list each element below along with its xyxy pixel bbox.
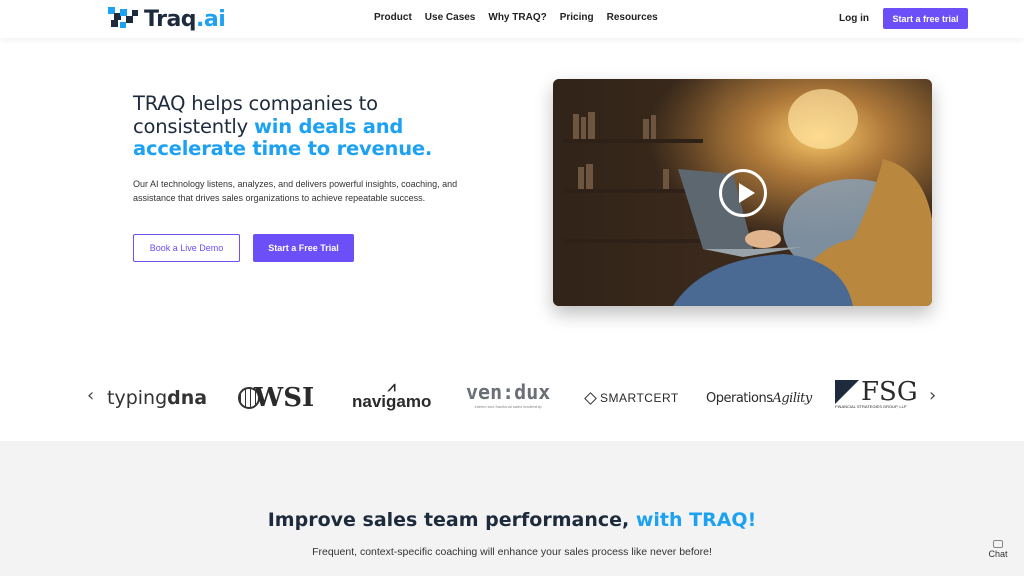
hero-title: TRAQ helps companies to consistently win… xyxy=(133,92,433,160)
traq-logo[interactable]: Traq.ai xyxy=(108,5,226,33)
chat-widget[interactable]: Chat xyxy=(986,540,1010,559)
chat-icon xyxy=(993,540,1003,548)
performance-section: Improve sales team performance, with TRA… xyxy=(0,441,1024,576)
logo-fsg: FSG FINANCIAL STRATEGIES GROUP, LLP xyxy=(835,377,918,409)
nav-resources[interactable]: Resources xyxy=(607,12,658,23)
logo-operations-agility: Operations Agility xyxy=(706,390,812,406)
section-title: Improve sales team performance, with TRA… xyxy=(267,509,757,531)
diamond-icon xyxy=(584,391,597,405)
navigamo-mark-icon: ⩘ xyxy=(387,378,396,394)
logo-smartcert: SMARTCERT xyxy=(584,380,679,416)
fsg-mark-icon xyxy=(835,380,859,404)
hero-video[interactable] xyxy=(553,79,932,306)
nav-pricing[interactable]: Pricing xyxy=(560,12,594,23)
start-trial-button[interactable]: Start a Free Trial xyxy=(253,234,354,262)
hero-description: Our AI technology listens, analyzes, and… xyxy=(133,179,458,203)
logo-typingdna: typing dna xyxy=(107,387,208,409)
play-icon[interactable] xyxy=(719,169,767,217)
header-trial-button[interactable]: Start a free trial xyxy=(883,8,968,29)
logo-text: Traq.ai xyxy=(144,6,226,32)
login-link[interactable]: Log in xyxy=(839,13,869,24)
logo-vendux: ven:dux interim and fractional sales lead… xyxy=(466,380,551,409)
site-header: Traq.ai Product Use Cases Why TRAQ? Pric… xyxy=(0,0,1024,38)
main-nav: Product Use Cases Why TRAQ? Pricing Reso… xyxy=(374,12,658,23)
nav-why-traq[interactable]: Why TRAQ? xyxy=(488,12,546,23)
nav-product[interactable]: Product xyxy=(374,12,412,23)
nav-use-cases[interactable]: Use Cases xyxy=(425,12,476,23)
logo-mark-icon xyxy=(108,7,142,31)
logo-wsi: WSI xyxy=(238,380,314,416)
book-demo-button[interactable]: Book a Live Demo xyxy=(133,234,240,262)
chat-label: Chat xyxy=(988,549,1008,559)
section-subtitle: Frequent, context-specific coaching will… xyxy=(312,546,712,558)
logo-navigamo: ⩘ navigamo xyxy=(352,378,432,411)
client-logos: typing dna WSI ⩘ navigamo ven:dux interim a… xyxy=(0,377,1024,420)
